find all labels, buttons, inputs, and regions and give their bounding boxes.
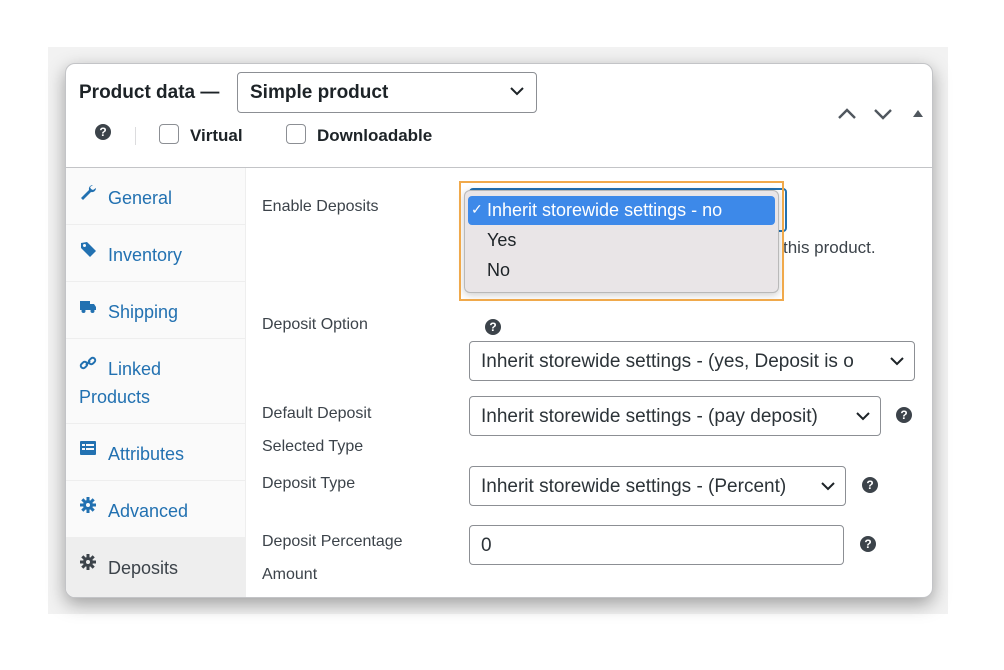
highlight-annotation	[459, 181, 784, 301]
default-deposit-label-line2: Selected Type	[262, 438, 364, 455]
product-data-panel: Product data — Simple product ? Virtual …	[65, 63, 933, 598]
tab-label: Advanced	[108, 501, 189, 521]
chevron-down-icon	[820, 478, 836, 494]
tab-deposits[interactable]: Deposits	[66, 538, 245, 597]
default-deposit-type-value: Inherit storewide settings - (pay deposi…	[481, 406, 818, 427]
list-icon	[80, 441, 96, 455]
virtual-checkbox[interactable]	[159, 124, 179, 144]
enable-deposits-description: this product.	[783, 238, 876, 257]
default-deposit-label: Default Deposit	[262, 405, 372, 422]
help-icon[interactable]: ?	[862, 477, 878, 493]
move-down-icon[interactable]	[872, 104, 894, 124]
deposit-option-label: Deposit Option	[262, 316, 368, 333]
tab-label: Deposits	[108, 558, 179, 578]
product-data-tabs: General Inventory Shipping Linked Produc…	[66, 168, 246, 597]
deposit-option-select[interactable]: Inherit storewide settings - (yes, Depos…	[469, 341, 915, 381]
product-type-select[interactable]: Simple product	[237, 72, 537, 113]
tab-label: Shipping	[108, 302, 179, 322]
tab-attributes[interactable]: Attributes	[66, 424, 245, 481]
move-up-icon[interactable]	[836, 104, 858, 124]
deposit-percentage-label-line2: Amount	[262, 566, 318, 583]
tab-shipping[interactable]: Shipping	[66, 282, 245, 339]
tab-label: General	[108, 188, 173, 208]
help-icon[interactable]: ?	[860, 536, 876, 552]
panel-title: Product data —	[79, 82, 220, 103]
deposit-type-value: Inherit storewide settings - (Percent)	[481, 476, 787, 497]
tab-label-line2: Products	[79, 387, 151, 407]
deposit-percentage-label: Deposit Percentage	[262, 533, 403, 550]
deposit-amount-value: 0	[481, 535, 492, 556]
tab-label: Inventory	[108, 245, 183, 265]
downloadable-checkbox[interactable]	[286, 124, 306, 144]
tab-label: Linked	[108, 359, 162, 379]
product-data-header: Product data — Simple product ? Virtual …	[66, 64, 932, 168]
tag-icon	[81, 242, 96, 257]
chevron-down-icon	[855, 408, 871, 424]
gear-icon	[80, 554, 96, 570]
product-type-value: Simple product	[250, 82, 389, 103]
wrench-icon	[81, 184, 97, 200]
virtual-label: Virtual	[190, 126, 243, 145]
truck-icon	[80, 301, 96, 313]
help-icon[interactable]: ?	[896, 407, 912, 423]
help-icon[interactable]: ?	[95, 124, 111, 140]
deposit-option-value: Inherit storewide settings - (yes, Depos…	[481, 351, 854, 372]
toggle-panel-icon[interactable]	[912, 108, 924, 118]
downloadable-label: Downloadable	[317, 126, 433, 145]
deposit-type-label: Deposit Type	[262, 475, 356, 492]
divider	[135, 127, 136, 145]
chevron-down-icon	[510, 87, 524, 96]
tab-inventory[interactable]: Inventory	[66, 225, 245, 282]
default-deposit-type-select[interactable]: Inherit storewide settings - (pay deposi…	[469, 396, 881, 436]
tab-general[interactable]: General	[66, 168, 245, 225]
gear-icon	[80, 497, 96, 513]
help-icon[interactable]: ?	[485, 319, 501, 335]
deposit-amount-input[interactable]: 0	[469, 525, 844, 565]
deposit-type-select[interactable]: Inherit storewide settings - (Percent)	[469, 466, 846, 506]
tab-advanced[interactable]: Advanced	[66, 481, 245, 538]
link-icon	[79, 356, 97, 370]
chevron-down-icon	[889, 353, 905, 369]
enable-deposits-label: Enable Deposits	[262, 198, 379, 215]
tab-linked-products[interactable]: Linked Products	[66, 339, 245, 424]
tab-label: Attributes	[108, 444, 185, 464]
